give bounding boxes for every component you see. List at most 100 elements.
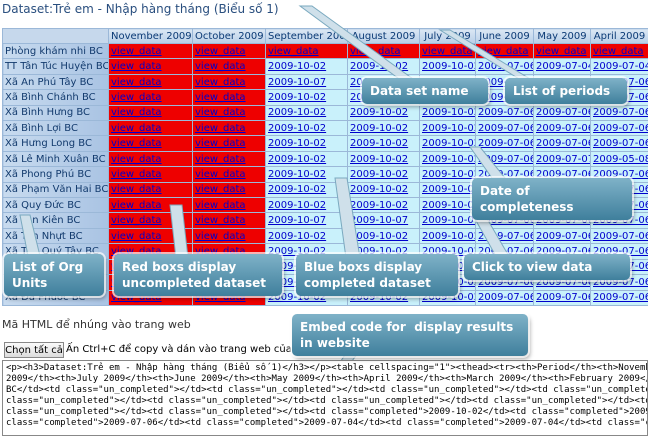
completion-date-link[interactable]: 2009-10-02 bbox=[268, 184, 326, 195]
uncompleted-cell: view_data bbox=[475, 42, 534, 60]
view-data-link[interactable]: view_data bbox=[111, 169, 162, 180]
completion-date-link[interactable]: 2009-10-02 bbox=[422, 123, 475, 134]
completion-date-link[interactable]: 2009-07-06 bbox=[478, 154, 533, 165]
view-data-link[interactable]: view_data bbox=[111, 138, 162, 149]
completion-date-link[interactable]: 2009-10-02 bbox=[350, 107, 408, 118]
completion-date-link[interactable]: 2009-10-02 bbox=[268, 92, 326, 103]
table-row: Phòng khám nhi BC view_data view_data view_… bbox=[2, 42, 648, 60]
table-row: TT Tân Túc Huyện BC view_data view_data 200… bbox=[2, 58, 648, 75]
callout-embed-code: Embed code for display results in websit… bbox=[292, 314, 528, 356]
completion-date-link[interactable]: 2009-07-06 bbox=[478, 231, 533, 242]
completion-date-link[interactable]: 2009-10-02 bbox=[350, 138, 408, 149]
view-data-link[interactable]: view_data bbox=[478, 46, 529, 57]
view-data-link[interactable]: view_data bbox=[111, 215, 162, 226]
completion-date-link[interactable]: 2009-10-02 bbox=[268, 231, 326, 242]
completion-date-link[interactable]: 2009-10-07 bbox=[268, 215, 326, 226]
completion-date-link[interactable]: 2009-07-04 bbox=[593, 61, 648, 72]
view-data-link[interactable]: view_data bbox=[111, 107, 162, 118]
view-data-link[interactable]: view_data bbox=[195, 200, 246, 211]
completion-date-link[interactable]: 2009-10-02 bbox=[350, 184, 408, 195]
completion-date-link[interactable]: 2009-10-02 bbox=[268, 123, 326, 134]
view-data-link[interactable]: view_data bbox=[195, 123, 246, 134]
view-data-link[interactable]: view_data bbox=[195, 92, 246, 103]
completion-date-link[interactable]: 2009-07-04 bbox=[536, 61, 590, 72]
view-data-link[interactable]: view_data bbox=[111, 200, 162, 211]
view-data-link[interactable]: view_data bbox=[111, 46, 162, 57]
completion-date-link[interactable]: 2009-07-06 bbox=[536, 138, 590, 149]
completion-date-link[interactable]: 2009-07-06 bbox=[478, 61, 533, 72]
view-data-link[interactable]: view_data bbox=[195, 169, 246, 180]
completion-date-link[interactable]: 2009-07-06 bbox=[593, 138, 648, 149]
completion-date-link[interactable]: 2009-10-02 bbox=[268, 169, 326, 180]
completion-date-link[interactable]: 2009-10-02 bbox=[350, 154, 408, 165]
callout-red-boxes: Red boxs display uncompleted dataset bbox=[114, 254, 282, 296]
completion-date-link[interactable]: 2009-10-02 bbox=[350, 231, 408, 242]
completion-date-link[interactable]: 2009-05-08 bbox=[593, 154, 648, 165]
completion-date-link[interactable]: 2009-10-07 bbox=[268, 77, 326, 88]
completion-date-link[interactable]: 2009-07-06 bbox=[478, 292, 533, 303]
view-data-link[interactable]: view_data bbox=[195, 231, 246, 242]
view-data-link[interactable]: view_data bbox=[268, 46, 319, 57]
view-data-link[interactable]: view_data bbox=[536, 46, 587, 57]
completed-cell: 2009-05-08 bbox=[590, 150, 648, 168]
completed-cell: 2009-07-06 bbox=[475, 227, 534, 245]
completion-date-link[interactable]: 2009-10-02 bbox=[268, 200, 326, 211]
view-data-link[interactable]: view_data bbox=[422, 46, 473, 57]
view-data-link[interactable]: view_data bbox=[593, 46, 644, 57]
embed-code-textarea[interactable]: <p><h3>Dataset:Trẻ em - Nhập hàng tháng … bbox=[2, 360, 648, 436]
completion-date-link[interactable]: 2009-10-02 bbox=[422, 154, 475, 165]
org-unit-name: Xã An Phú Tây BC bbox=[2, 73, 109, 91]
completion-date-link[interactable]: 2009-10-07 bbox=[422, 215, 475, 226]
completion-date-link[interactable]: 2009-07-06 bbox=[478, 123, 533, 134]
completion-date-link[interactable]: 2009-07-06 bbox=[536, 123, 590, 134]
view-data-link[interactable]: view_data bbox=[111, 184, 162, 195]
view-data-link[interactable]: view_data bbox=[195, 46, 246, 57]
completion-date-link[interactable]: 2009-10-02 bbox=[350, 123, 408, 134]
view-data-link[interactable]: view_data bbox=[195, 77, 246, 88]
completed-cell: 2009-10-02 bbox=[419, 227, 476, 245]
completion-date-link[interactable]: 2009-10-02 bbox=[268, 138, 326, 149]
view-data-link[interactable]: view_data bbox=[111, 92, 162, 103]
completion-date-link[interactable]: 2009-10-02 bbox=[350, 169, 408, 180]
view-data-link[interactable]: view_data bbox=[195, 61, 246, 72]
view-data-link[interactable]: view_data bbox=[111, 231, 162, 242]
completed-cell: 2009-10-02 bbox=[265, 181, 348, 199]
completion-date-link[interactable]: 2009-07-06 bbox=[536, 292, 590, 303]
completion-date-link[interactable]: 2009-07-06 bbox=[593, 107, 648, 118]
completion-date-link[interactable]: 2009-10-02 bbox=[422, 169, 475, 180]
completion-date-link[interactable]: 2009-10-02 bbox=[422, 231, 475, 242]
completion-date-link[interactable]: 2009-10-02 bbox=[350, 61, 408, 72]
uncompleted-cell: view_data bbox=[192, 197, 266, 214]
view-data-link[interactable]: view_data bbox=[111, 154, 162, 165]
completion-date-link[interactable]: 2009-10-02 bbox=[422, 107, 475, 118]
completion-date-link[interactable]: 2009-10-02 bbox=[268, 61, 326, 72]
view-data-link[interactable]: view_data bbox=[195, 215, 246, 226]
completion-date-link[interactable]: 2009-07-06 bbox=[536, 231, 590, 242]
completion-date-link[interactable]: 2009-10-02 bbox=[422, 138, 475, 149]
view-data-link[interactable]: view_data bbox=[111, 123, 162, 134]
select-all-button[interactable]: Chọn tất cả bbox=[4, 342, 64, 358]
completion-date-link[interactable]: 2009-07-06 bbox=[593, 292, 648, 303]
view-data-link[interactable]: view_data bbox=[111, 77, 162, 88]
completion-date-link[interactable]: 2009-10-02 bbox=[268, 154, 326, 165]
completion-date-link[interactable]: 2009-10-02 bbox=[422, 61, 475, 72]
completion-date-link[interactable]: 2009-07-06 bbox=[478, 138, 533, 149]
completion-date-link[interactable]: 2009-07-07 bbox=[536, 154, 590, 165]
view-data-link[interactable]: view_data bbox=[195, 138, 246, 149]
completion-date-link[interactable]: 2009-10-07 bbox=[350, 215, 408, 226]
completion-date-link[interactable]: 2009-07-06 bbox=[536, 107, 590, 118]
view-data-link[interactable]: view_data bbox=[195, 107, 246, 118]
completion-date-link[interactable]: 2009-10-02 bbox=[422, 200, 475, 211]
view-data-link[interactable]: view_data bbox=[195, 154, 246, 165]
completion-date-link[interactable]: 2009-10-02 bbox=[350, 200, 408, 211]
org-unit-name: Xã Lê Minh Xuân BC bbox=[2, 150, 109, 168]
completion-date-link[interactable]: 2009-10-02 bbox=[422, 184, 475, 195]
completion-date-link[interactable]: 2009-07-06 bbox=[593, 231, 648, 242]
view-data-link[interactable]: view_data bbox=[350, 46, 401, 57]
completion-date-link[interactable]: 2009-10-02 bbox=[268, 107, 326, 118]
view-data-link[interactable]: view_data bbox=[195, 184, 246, 195]
view-data-link[interactable]: view_data bbox=[111, 61, 162, 72]
completion-date-link[interactable]: 2009-07-06 bbox=[478, 107, 533, 118]
completed-cell: 2009-07-06 bbox=[590, 227, 648, 245]
completion-date-link[interactable]: 2009-07-06 bbox=[593, 123, 648, 134]
